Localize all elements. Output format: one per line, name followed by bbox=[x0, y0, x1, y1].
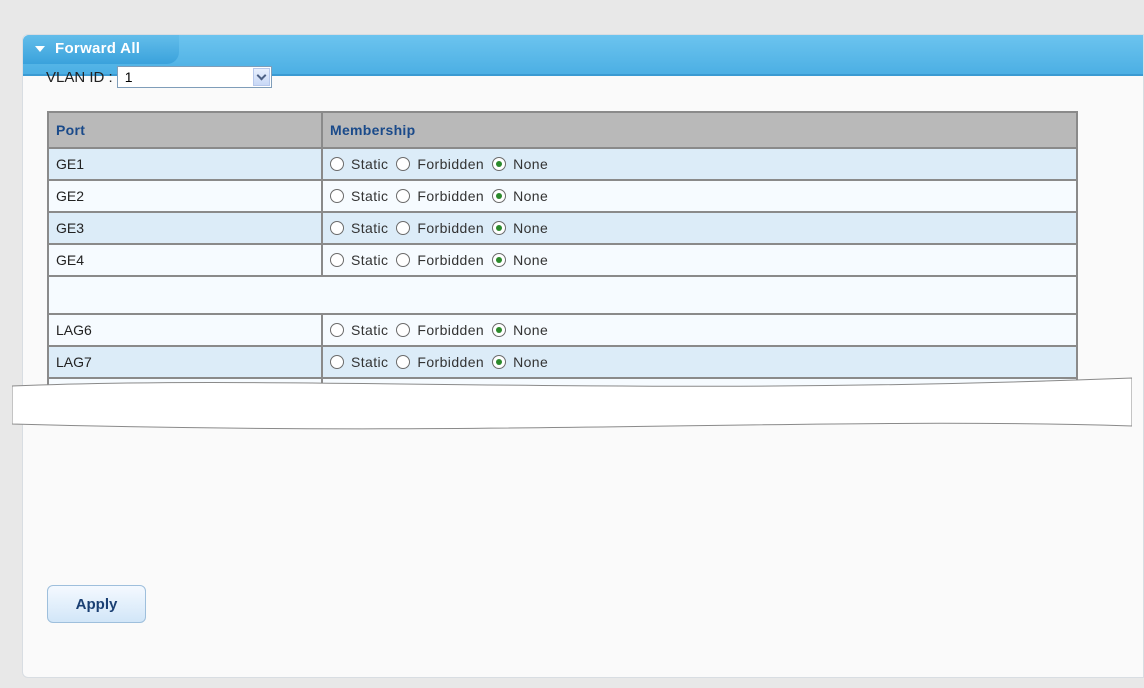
radio-label-forbidden: Forbidden bbox=[417, 354, 485, 370]
radio-label-static: Static bbox=[351, 322, 389, 338]
radio-label-none: None bbox=[513, 252, 549, 268]
radio-label-forbidden: Forbidden bbox=[417, 220, 485, 236]
radio-option-static[interactable]: Static bbox=[330, 188, 388, 204]
radio-label-static: Static bbox=[351, 220, 389, 236]
collapse-caret-icon[interactable] bbox=[35, 46, 45, 52]
radio-static[interactable] bbox=[330, 253, 344, 267]
membership-cell: Static Forbidden None bbox=[321, 345, 1078, 379]
port-name: GE1 bbox=[47, 147, 323, 181]
radio-none[interactable] bbox=[492, 253, 507, 267]
membership-radio-group: Static Forbidden None bbox=[330, 188, 1076, 204]
membership-table: Port Membership GE1 Static Forbidden None GE… bbox=[47, 111, 1078, 411]
radio-forbidden[interactable] bbox=[396, 157, 411, 171]
radio-option-none[interactable]: None bbox=[492, 354, 548, 370]
table-row: GE1 Static Forbidden None bbox=[47, 147, 1078, 181]
radio-forbidden[interactable] bbox=[396, 323, 411, 337]
radio-option-none[interactable]: None bbox=[492, 188, 548, 204]
membership-radio-group: Static Forbidden None bbox=[330, 322, 1076, 338]
table-row: GE3 Static Forbidden None bbox=[47, 211, 1078, 245]
radio-option-forbidden[interactable]: Forbidden bbox=[396, 188, 484, 204]
radio-option-static[interactable]: Static bbox=[330, 220, 388, 236]
membership-cell: Static Forbidden None bbox=[321, 243, 1078, 277]
radio-label-forbidden: Forbidden bbox=[417, 156, 485, 172]
vlan-id-select[interactable]: 1 bbox=[116, 66, 272, 88]
radio-label-forbidden: Forbidden bbox=[417, 252, 485, 268]
port-name: GE3 bbox=[47, 211, 323, 245]
radio-static[interactable] bbox=[330, 323, 344, 337]
port-name: LAG7 bbox=[47, 345, 323, 379]
table-row: LAG6 Static Forbidden None bbox=[47, 313, 1078, 347]
radio-label-static: Static bbox=[351, 252, 389, 268]
radio-label-none: None bbox=[513, 322, 549, 338]
column-header-membership: Membership bbox=[321, 111, 1078, 149]
radio-none[interactable] bbox=[492, 221, 507, 235]
radio-static[interactable] bbox=[330, 355, 344, 369]
table-break-gap bbox=[47, 276, 1078, 314]
radio-option-static[interactable]: Static bbox=[330, 354, 388, 370]
membership-cell: Static Forbidden None bbox=[321, 313, 1078, 347]
radio-label-static: Static bbox=[351, 354, 389, 370]
radio-option-static[interactable]: Static bbox=[330, 252, 388, 268]
radio-option-static[interactable]: Static bbox=[330, 322, 388, 338]
port-name: LAG6 bbox=[47, 313, 323, 347]
radio-label-none: None bbox=[513, 220, 549, 236]
radio-none[interactable] bbox=[492, 355, 507, 369]
radio-option-forbidden[interactable]: Forbidden bbox=[396, 252, 484, 268]
radio-static[interactable] bbox=[330, 221, 344, 235]
radio-none[interactable] bbox=[492, 157, 507, 171]
radio-option-static[interactable]: Static bbox=[330, 156, 388, 172]
radio-forbidden[interactable] bbox=[396, 189, 411, 203]
radio-option-forbidden[interactable]: Forbidden bbox=[396, 354, 484, 370]
column-header-port: Port bbox=[47, 111, 323, 149]
radio-static[interactable] bbox=[330, 189, 344, 203]
table-row: GE4 Static Forbidden None bbox=[47, 243, 1078, 277]
membership-radio-group: Static Forbidden None bbox=[330, 354, 1076, 370]
chevron-down-icon[interactable] bbox=[252, 68, 270, 86]
radio-label-none: None bbox=[513, 354, 549, 370]
radio-none[interactable] bbox=[492, 189, 507, 203]
radio-label-static: Static bbox=[351, 188, 389, 204]
membership-radio-group: Static Forbidden None bbox=[330, 156, 1076, 172]
radio-forbidden[interactable] bbox=[396, 253, 411, 267]
radio-none[interactable] bbox=[492, 323, 507, 337]
radio-option-forbidden[interactable]: Forbidden bbox=[396, 220, 484, 236]
radio-option-none[interactable]: None bbox=[492, 156, 548, 172]
table-break-overlay bbox=[12, 377, 1132, 430]
port-name: GE4 bbox=[47, 243, 323, 277]
radio-label-forbidden: Forbidden bbox=[417, 188, 485, 204]
table-row: LAG7 Static Forbidden None bbox=[47, 345, 1078, 379]
apply-button[interactable]: Apply bbox=[47, 585, 146, 623]
vlan-id-value: 1 bbox=[124, 69, 133, 85]
port-name: GE2 bbox=[47, 179, 323, 213]
membership-cell: Static Forbidden None bbox=[321, 147, 1078, 181]
radio-label-none: None bbox=[513, 156, 549, 172]
radio-label-forbidden: Forbidden bbox=[417, 322, 485, 338]
radio-option-none[interactable]: None bbox=[492, 252, 548, 268]
radio-option-none[interactable]: None bbox=[492, 322, 548, 338]
radio-option-forbidden[interactable]: Forbidden bbox=[396, 322, 484, 338]
radio-label-none: None bbox=[513, 188, 549, 204]
panel-header-tab[interactable]: Forward All bbox=[23, 35, 179, 64]
membership-radio-group: Static Forbidden None bbox=[330, 252, 1076, 268]
radio-forbidden[interactable] bbox=[396, 221, 411, 235]
radio-option-none[interactable]: None bbox=[492, 220, 548, 236]
radio-forbidden[interactable] bbox=[396, 355, 411, 369]
radio-static[interactable] bbox=[330, 157, 344, 171]
vlan-id-row: VLAN ID : 1 bbox=[46, 65, 272, 89]
membership-cell: Static Forbidden None bbox=[321, 211, 1078, 245]
membership-radio-group: Static Forbidden None bbox=[330, 220, 1076, 236]
vlan-id-label: VLAN ID : bbox=[46, 68, 113, 86]
panel-title: Forward All bbox=[55, 40, 141, 57]
radio-option-forbidden[interactable]: Forbidden bbox=[396, 156, 484, 172]
radio-label-static: Static bbox=[351, 156, 389, 172]
membership-cell: Static Forbidden None bbox=[321, 179, 1078, 213]
table-row: GE2 Static Forbidden None bbox=[47, 179, 1078, 213]
